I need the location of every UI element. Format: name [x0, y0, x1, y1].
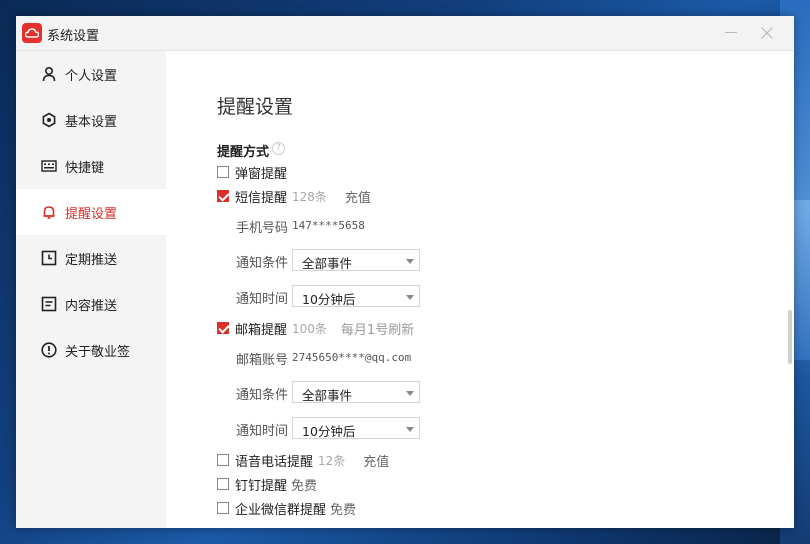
help-icon[interactable]: ? — [272, 142, 285, 155]
voice-remaining-count: 12条 — [318, 453, 346, 468]
email-time-select[interactable]: 10分钟后 — [292, 417, 420, 439]
email-reminder-option[interactable]: 邮箱提醒 100条 每月1号刷新 — [217, 319, 415, 338]
settings-icon — [42, 112, 56, 128]
schedule-icon — [41, 250, 57, 266]
sidebar-item-personal[interactable]: 个人设置 — [16, 51, 166, 97]
sms-condition-select[interactable]: 全部事件 — [292, 249, 420, 271]
sidebar-item-reminder[interactable]: 提醒设置 — [16, 189, 166, 235]
email-condition-label: 通知条件 — [236, 388, 289, 403]
dingtalk-reminder-checkbox[interactable] — [217, 478, 229, 490]
keyboard-icon — [41, 160, 57, 172]
dingtalk-reminder-label: 钉钉提醒 — [235, 478, 288, 494]
email-refresh-note: 每月1号刷新 — [340, 322, 415, 338]
sidebar-item-basic[interactable]: 基本设置 — [16, 97, 166, 143]
sidebar-item-scheduled-push[interactable]: 定期推送 — [16, 235, 166, 281]
sms-condition-value: 全部事件 — [302, 256, 353, 271]
voice-recharge-link[interactable]: 充值 — [363, 451, 389, 470]
popup-reminder-label: 弹窗提醒 — [235, 166, 288, 182]
wecom-free-note: 免费 — [330, 502, 357, 518]
close-button[interactable] — [756, 23, 778, 43]
info-icon — [41, 342, 57, 358]
sms-recharge-link[interactable]: 充值 — [345, 187, 371, 206]
phone-label: 手机号码 — [236, 221, 289, 236]
email-account-label: 邮箱账号 — [236, 353, 289, 368]
window-title: 系统设置 — [47, 29, 100, 44]
wecom-reminder-label: 企业微信群提醒 — [235, 502, 327, 518]
main-content: 提醒设置 提醒方式 ? 弹窗提醒 短信提醒 128条 充值 手机号码 147**… — [166, 51, 794, 528]
wecom-reminder-checkbox[interactable] — [217, 502, 229, 514]
sidebar-item-label: 定期推送 — [65, 253, 118, 268]
popup-reminder-option[interactable]: 弹窗提醒 — [217, 163, 288, 182]
sidebar-item-shortcuts[interactable]: 快捷键 — [16, 143, 166, 189]
sidebar-item-content-push[interactable]: 内容推送 — [16, 281, 166, 327]
chevron-down-icon — [406, 427, 414, 432]
sms-remaining-count: 128条 — [292, 189, 327, 204]
wecom-reminder-option[interactable]: 企业微信群提醒 免费 — [217, 499, 357, 518]
email-condition-select[interactable]: 全部事件 — [292, 381, 420, 403]
sms-time-select[interactable]: 10分钟后 — [292, 285, 420, 307]
sms-condition-label: 通知条件 — [236, 256, 289, 271]
email-reminder-label: 邮箱提醒 — [235, 322, 288, 338]
phone-value: 147****5658 — [292, 219, 365, 232]
app-cloud-icon — [22, 23, 42, 43]
dingtalk-free-note: 免费 — [291, 478, 318, 494]
voice-reminder-option[interactable]: 语音电话提醒 12条 充值 — [217, 451, 389, 470]
email-condition-value: 全部事件 — [302, 388, 353, 403]
popup-reminder-checkbox[interactable] — [217, 166, 229, 178]
sms-time-label: 通知时间 — [236, 292, 289, 307]
sms-time-value: 10分钟后 — [302, 292, 356, 307]
sidebar-item-label: 基本设置 — [65, 115, 118, 130]
chevron-down-icon — [406, 259, 414, 264]
sms-reminder-label: 短信提醒 — [235, 190, 288, 206]
sidebar-item-label: 快捷键 — [65, 161, 105, 176]
sidebar-item-label: 提醒设置 — [65, 207, 118, 222]
minimize-button[interactable] — [720, 23, 742, 43]
email-time-value: 10分钟后 — [302, 424, 356, 439]
voice-reminder-label: 语音电话提醒 — [235, 454, 314, 470]
chevron-down-icon — [406, 295, 414, 300]
title-bar[interactable]: 系统设置 — [16, 16, 794, 51]
email-reminder-checkbox[interactable] — [217, 322, 229, 334]
settings-window: 系统设置 个人设置 基本设置 快捷键 提醒设置 定期推送 内容推送 关于敬业签 … — [16, 16, 794, 528]
document-icon — [41, 296, 57, 312]
content-scrollbar[interactable] — [788, 310, 792, 364]
bell-icon — [43, 206, 55, 219]
sidebar: 个人设置 基本设置 快捷键 提醒设置 定期推送 内容推送 关于敬业签 — [16, 51, 166, 528]
dingtalk-reminder-option[interactable]: 钉钉提醒 免费 — [217, 475, 318, 494]
sidebar-item-label: 关于敬业签 — [65, 345, 131, 360]
sms-reminder-checkbox[interactable] — [217, 190, 229, 202]
email-remaining-count: 100条 — [292, 321, 327, 336]
voice-reminder-checkbox[interactable] — [217, 454, 229, 466]
chevron-down-icon — [406, 391, 414, 396]
page-title: 提醒设置 — [217, 96, 294, 118]
sidebar-item-label: 个人设置 — [65, 69, 118, 84]
user-icon — [42, 66, 56, 82]
section-title: 提醒方式 — [217, 145, 270, 160]
email-time-label: 通知时间 — [236, 424, 289, 439]
sms-reminder-option[interactable]: 短信提醒 128条 充值 — [217, 187, 371, 206]
sidebar-item-label: 内容推送 — [65, 299, 118, 314]
sidebar-item-about[interactable]: 关于敬业签 — [16, 327, 166, 373]
email-account-value: 2745650****@qq.com — [292, 351, 412, 364]
